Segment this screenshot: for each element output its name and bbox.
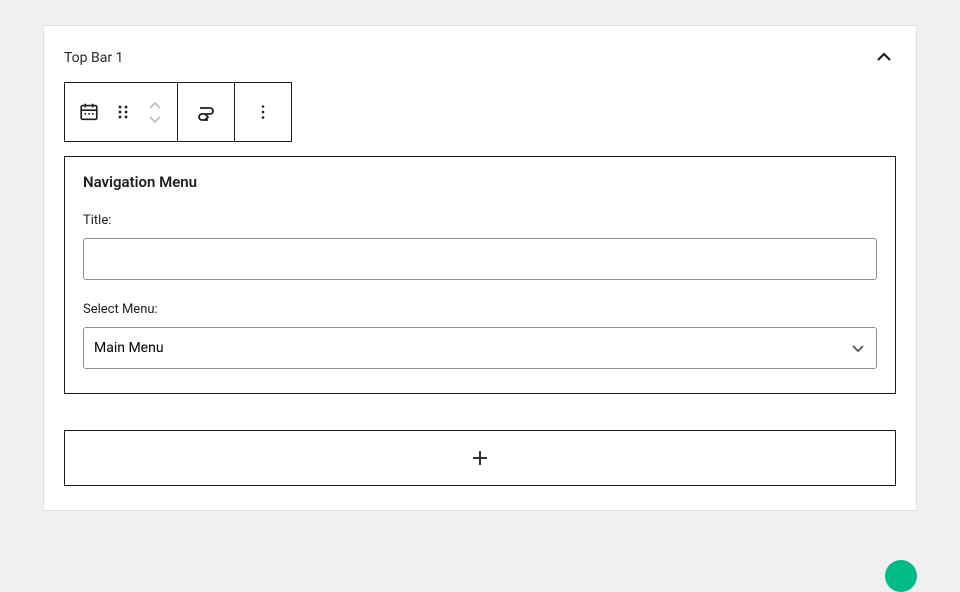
block-heading: Navigation Menu <box>83 173 877 191</box>
more-options-button[interactable] <box>245 88 281 136</box>
select-menu-wrap: Main Menu <box>83 327 877 369</box>
title-label: Title: <box>83 213 877 228</box>
toolbar-group-primary <box>65 83 178 141</box>
more-vertical-icon <box>254 103 272 121</box>
floating-action-button[interactable] <box>885 560 917 592</box>
chevron-down-icon <box>148 114 162 124</box>
chevron-up-icon <box>874 48 894 68</box>
widget-panel: Top Bar 1 <box>43 25 917 511</box>
panel-header: Top Bar 1 <box>64 46 896 70</box>
drag-handle[interactable] <box>109 88 137 136</box>
select-menu-dropdown[interactable]: Main Menu <box>83 327 877 369</box>
chevron-up-icon <box>148 101 162 111</box>
toolbar-group-more <box>235 83 291 141</box>
select-menu-field: Select Menu: Main Menu <box>83 302 877 369</box>
select-menu-label: Select Menu: <box>83 302 877 317</box>
collapse-toggle[interactable] <box>872 46 896 70</box>
block-movers[interactable] <box>143 88 167 136</box>
navigation-menu-block: Navigation Menu Title: Select Menu: Main… <box>64 156 896 394</box>
panel-title: Top Bar 1 <box>64 50 123 66</box>
swap-widget-button[interactable] <box>188 88 224 136</box>
drag-icon <box>114 103 132 121</box>
block-toolbar <box>64 82 292 142</box>
title-field: Title: <box>83 213 877 280</box>
plus-icon <box>469 447 491 469</box>
calendar-icon <box>78 101 100 123</box>
toolbar-group-swap <box>178 83 235 141</box>
swap-icon <box>194 100 218 124</box>
block-type-button[interactable] <box>75 88 103 136</box>
title-input[interactable] <box>83 238 877 280</box>
add-block-button[interactable] <box>64 430 896 486</box>
